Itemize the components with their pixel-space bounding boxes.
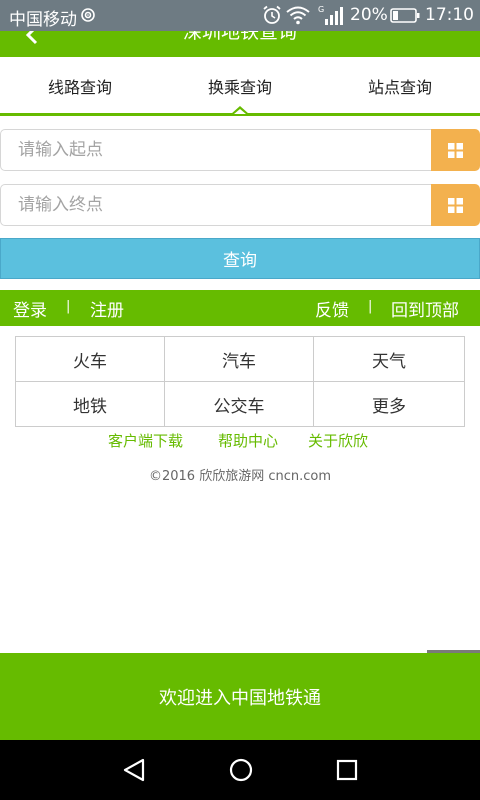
category-metro[interactable]: 地铁 xyxy=(16,382,165,427)
status-bar: 中国移动 G 20% 17:10 xyxy=(0,0,480,31)
circle-home-icon[interactable] xyxy=(228,757,254,783)
category-more[interactable]: 更多 xyxy=(314,382,464,427)
network-type-label: G xyxy=(318,5,324,14)
login-link[interactable]: 登录 xyxy=(13,296,47,321)
start-picker-button[interactable] xyxy=(431,129,480,171)
search-button[interactable]: 查询 xyxy=(0,238,480,279)
back-to-top-link[interactable]: 回到顶部 xyxy=(391,296,459,321)
grid-icon xyxy=(448,197,463,213)
system-nav-bar xyxy=(0,740,480,800)
register-link[interactable]: 注册 xyxy=(90,296,124,321)
cast-icon xyxy=(81,8,95,22)
query-tabs: 线路查询 换乘查询 站点查询 xyxy=(0,57,480,117)
carrier-name: 中国移动 xyxy=(9,10,77,30)
app-header: 深圳地铁查询 xyxy=(0,31,480,57)
triangle-back-icon[interactable] xyxy=(121,757,147,783)
category-bus-coach[interactable]: 汽车 xyxy=(165,337,314,382)
square-recent-icon[interactable] xyxy=(335,758,359,782)
signal-icon: G xyxy=(318,5,343,25)
account-link-bar: 登录 | 注册 反馈 | 回到顶部 xyxy=(0,290,480,326)
end-input-row xyxy=(0,184,480,226)
alarm-icon xyxy=(263,5,281,24)
clock: 17:10 xyxy=(425,5,474,25)
page-title: 深圳地铁查询 xyxy=(182,31,297,43)
wifi-icon xyxy=(286,6,310,25)
start-station-input[interactable] xyxy=(0,129,432,171)
grid-icon xyxy=(448,142,463,158)
about-link[interactable]: 关于欣欣 xyxy=(308,430,368,451)
active-tab-indicator-inner xyxy=(234,109,246,114)
battery-icon xyxy=(390,8,420,23)
separator: | xyxy=(368,299,373,314)
help-center-link[interactable]: 帮助中心 xyxy=(218,430,278,451)
copyright-text: ©2016 欣欣旅游网 cncn.com xyxy=(148,469,332,484)
end-picker-button[interactable] xyxy=(431,184,480,226)
category-train[interactable]: 火车 xyxy=(16,337,165,382)
battery-percent: 20% xyxy=(350,5,388,25)
category-city-bus[interactable]: 公交车 xyxy=(165,382,314,427)
welcome-banner[interactable]: 欢迎进入中国地铁通 xyxy=(0,653,480,740)
tab-station-query[interactable]: 站点查询 xyxy=(320,57,480,114)
client-download-link[interactable]: 客户端下载 xyxy=(108,430,183,451)
separator: | xyxy=(66,299,71,314)
category-grid: 火车 汽车 天气 地铁 公交车 更多 xyxy=(15,336,465,427)
feedback-link[interactable]: 反馈 xyxy=(315,296,349,321)
footer-links: 客户端下载 帮助中心 关于欣欣 xyxy=(0,430,480,450)
start-input-row xyxy=(0,129,480,171)
end-station-input[interactable] xyxy=(0,184,432,226)
category-weather[interactable]: 天气 xyxy=(314,337,464,382)
tab-line-query[interactable]: 线路查询 xyxy=(0,57,160,114)
